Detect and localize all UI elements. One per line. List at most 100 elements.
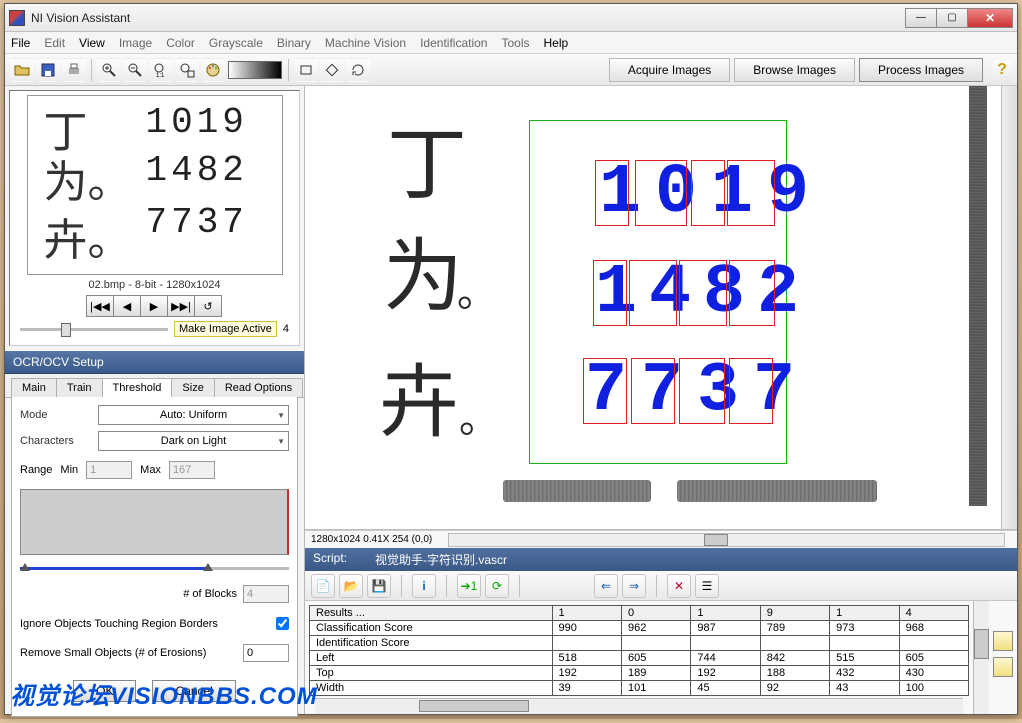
col-header[interactable]: 1 bbox=[552, 606, 621, 621]
reload-image-button[interactable]: ↺ bbox=[194, 295, 222, 317]
step-forward-icon[interactable]: ⇒ bbox=[622, 574, 646, 598]
last-image-button[interactable]: ▶▶| bbox=[167, 295, 195, 317]
print-icon[interactable] bbox=[62, 58, 86, 82]
open-script-icon[interactable]: 📂 bbox=[339, 574, 363, 598]
col-header[interactable]: 4 bbox=[899, 606, 968, 621]
blocks-input[interactable]: 4 bbox=[243, 585, 289, 603]
col-header[interactable]: 1 bbox=[691, 606, 760, 621]
refresh-icon[interactable] bbox=[346, 58, 370, 82]
open-icon[interactable] bbox=[10, 58, 34, 82]
menu-binary[interactable]: Binary bbox=[277, 36, 311, 50]
main-toolbar: 1:1 Acquire Images Browse Images Process… bbox=[5, 54, 1017, 86]
setup-tabs: Main Train Threshold Size Read Options bbox=[5, 374, 304, 398]
tab-acquire-images[interactable]: Acquire Images bbox=[609, 58, 730, 82]
script-name: 视觉助手-字符识别.vascr bbox=[375, 551, 507, 568]
tab-main[interactable]: Main bbox=[11, 378, 57, 397]
table-row: Identification Score bbox=[310, 636, 969, 651]
col-header[interactable]: 0 bbox=[621, 606, 690, 621]
zoom-out-icon[interactable] bbox=[123, 58, 147, 82]
delete-step-icon[interactable]: ✕ bbox=[667, 574, 691, 598]
edit-step-icon[interactable]: ☰ bbox=[695, 574, 719, 598]
rect-tool-icon[interactable] bbox=[294, 58, 318, 82]
characters-combo[interactable]: Dark on Light bbox=[98, 431, 289, 451]
menu-grayscale[interactable]: Grayscale bbox=[209, 36, 263, 50]
minimize-button[interactable]: — bbox=[905, 8, 937, 28]
menu-help[interactable]: Help bbox=[544, 36, 569, 50]
ignore-border-checkbox[interactable] bbox=[276, 617, 289, 630]
remove-small-label: Remove Small Objects (# of Erosions) bbox=[20, 647, 206, 659]
info-icon[interactable]: i bbox=[412, 574, 436, 598]
menu-bar: File Edit View Image Color Grayscale Bin… bbox=[5, 32, 1017, 54]
menu-identification[interactable]: Identification bbox=[420, 36, 487, 50]
image-edge bbox=[969, 86, 987, 506]
col-header[interactable]: 1 bbox=[830, 606, 899, 621]
tab-read-options[interactable]: Read Options bbox=[214, 378, 303, 397]
tab-browse-images[interactable]: Browse Images bbox=[734, 58, 855, 82]
first-image-button[interactable]: |◀◀ bbox=[86, 295, 114, 317]
help-icon[interactable]: ? bbox=[992, 60, 1012, 80]
step-back-icon[interactable]: ⇐ bbox=[594, 574, 618, 598]
zoom-1to1-icon[interactable]: 1:1 bbox=[149, 58, 173, 82]
rotated-rect-icon[interactable] bbox=[320, 58, 344, 82]
zoom-in-icon[interactable] bbox=[97, 58, 121, 82]
zoom-fit-icon[interactable] bbox=[175, 58, 199, 82]
window-title: NI Vision Assistant bbox=[31, 11, 906, 25]
gradient-swatch[interactable] bbox=[228, 61, 282, 79]
menu-machine-vision[interactable]: Machine Vision bbox=[325, 36, 406, 50]
palette-icon[interactable] bbox=[201, 58, 225, 82]
close-button[interactable]: ✕ bbox=[967, 8, 1013, 28]
prev-image-button[interactable]: ◀ bbox=[113, 295, 141, 317]
image-browser: 丁 为。 卉。 1019 1482 7737 02.bmp - 8-bit - … bbox=[9, 90, 300, 346]
menu-tools[interactable]: Tools bbox=[501, 36, 529, 50]
script-label: Script: bbox=[313, 551, 347, 568]
image-info: 02.bmp - 8-bit - 1280x1024 bbox=[14, 279, 295, 291]
menu-edit[interactable]: Edit bbox=[44, 36, 65, 50]
min-input[interactable]: 1 bbox=[86, 461, 132, 479]
vertical-scrollbar[interactable] bbox=[1001, 86, 1017, 529]
results-pane: Results ... 1 0 1 9 1 4 Classification S… bbox=[305, 601, 1017, 714]
col-header[interactable]: 9 bbox=[760, 606, 829, 621]
run-once-icon[interactable]: ➔1 bbox=[457, 574, 481, 598]
save-icon[interactable] bbox=[36, 58, 60, 82]
results-table[interactable]: Results ... 1 0 1 9 1 4 Classification S… bbox=[309, 605, 969, 696]
thumb-glyph: 卉。 bbox=[44, 204, 132, 268]
char-box bbox=[729, 260, 775, 326]
svg-text:1:1: 1:1 bbox=[156, 73, 165, 78]
erosions-input[interactable]: 0 bbox=[243, 644, 289, 662]
save-script-icon[interactable]: 💾 bbox=[367, 574, 391, 598]
tab-size[interactable]: Size bbox=[171, 378, 214, 397]
col-header[interactable]: Results ... bbox=[310, 606, 553, 621]
tab-train[interactable]: Train bbox=[56, 378, 103, 397]
save-results-icon[interactable] bbox=[993, 657, 1013, 677]
menu-file[interactable]: File bbox=[11, 36, 30, 50]
table-header-row: Results ... 1 0 1 9 1 4 bbox=[310, 606, 969, 621]
image-smudge bbox=[677, 480, 877, 502]
max-input[interactable]: 167 bbox=[169, 461, 215, 479]
horizontal-scrollbar[interactable] bbox=[448, 533, 1005, 547]
image-slider[interactable] bbox=[20, 328, 168, 331]
tab-threshold[interactable]: Threshold bbox=[102, 378, 173, 397]
results-h-scrollbar[interactable] bbox=[315, 698, 963, 714]
results-v-scrollbar[interactable] bbox=[973, 601, 989, 714]
threshold-slider[interactable] bbox=[20, 565, 289, 573]
menu-view[interactable]: View bbox=[79, 36, 105, 50]
mode-label: Mode bbox=[20, 409, 90, 421]
char-box bbox=[595, 160, 629, 226]
canvas-glyph: 为 bbox=[383, 212, 463, 328]
next-image-button[interactable]: ▶ bbox=[140, 295, 168, 317]
menu-image[interactable]: Image bbox=[119, 36, 152, 50]
export-icon[interactable] bbox=[993, 631, 1013, 651]
make-image-active-button[interactable]: Make Image Active bbox=[174, 321, 277, 337]
image-canvas[interactable]: 丁 为 。 卉 。 1019 1482 bbox=[305, 86, 1017, 530]
mode-combo[interactable]: Auto: Uniform bbox=[98, 405, 289, 425]
min-label: Min bbox=[60, 464, 78, 476]
run-loop-icon[interactable]: ⟳ bbox=[485, 574, 509, 598]
menu-color[interactable]: Color bbox=[166, 36, 195, 50]
maximize-button[interactable]: ▢ bbox=[936, 8, 968, 28]
tab-process-images[interactable]: Process Images bbox=[859, 58, 983, 82]
panel-title: OCR/OCV Setup bbox=[5, 350, 304, 374]
thumb-num: 1019 bbox=[146, 102, 248, 143]
thumbnail[interactable]: 丁 为。 卉。 1019 1482 7737 bbox=[27, 95, 283, 275]
histogram bbox=[20, 489, 289, 555]
new-script-icon[interactable]: 📄 bbox=[311, 574, 335, 598]
